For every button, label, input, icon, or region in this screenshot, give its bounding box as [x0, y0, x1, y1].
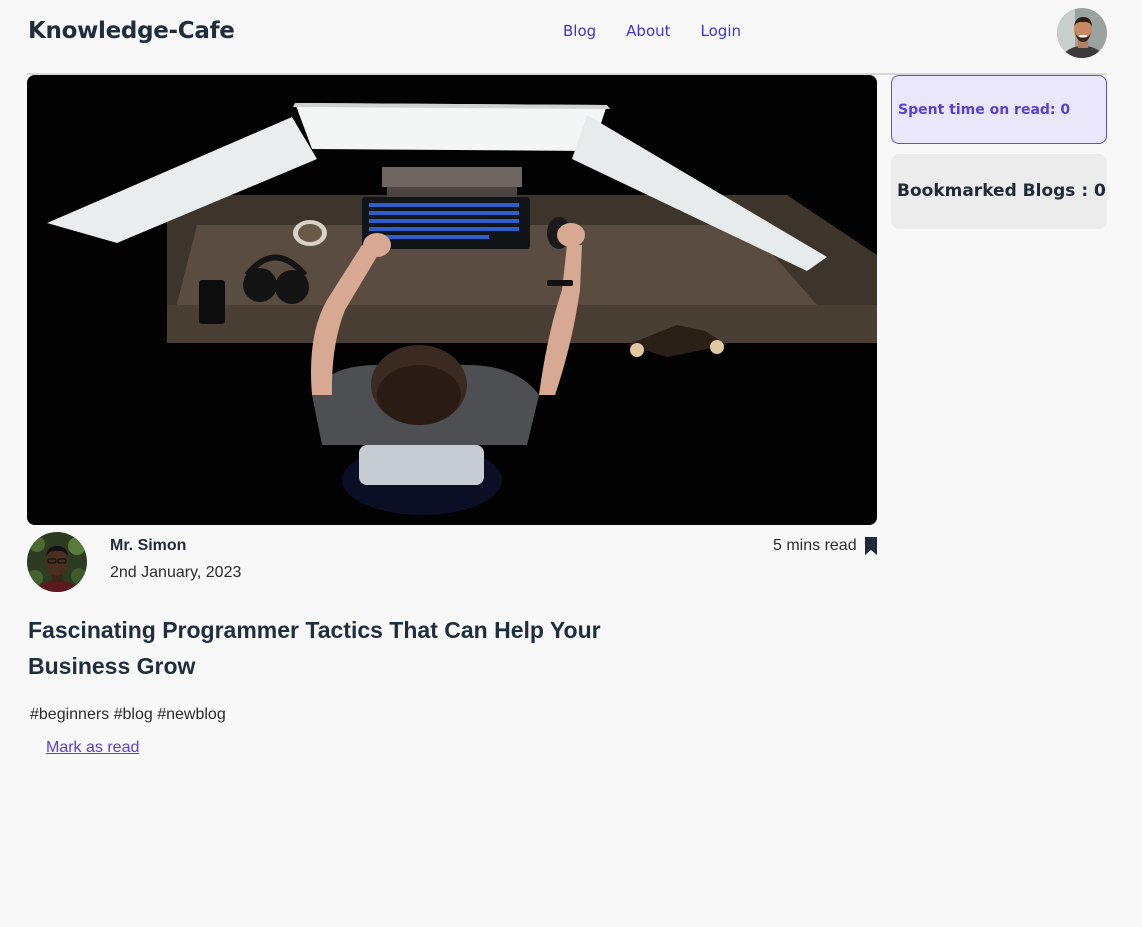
nav-blog-link[interactable]: Blog	[563, 22, 596, 40]
post-title: Fascinating Programmer Tactics That Can …	[28, 617, 601, 679]
spent-time-text: Spent time on read: 0	[898, 102, 1071, 118]
read-time: 5 mins read	[773, 537, 857, 554]
main-nav: Blog About Login	[563, 22, 741, 40]
author-avatar	[27, 532, 87, 592]
top-navbar: Knowledge-Cafe Blog About Login	[0, 0, 1142, 74]
bookmark-icon[interactable]	[863, 536, 879, 556]
post-date: 2nd January, 2023	[110, 564, 242, 581]
blog-cover-image	[27, 75, 877, 525]
site-logo[interactable]: Knowledge-Cafe	[28, 18, 235, 44]
author-name: Mr. Simon	[110, 537, 187, 554]
mark-as-read-link[interactable]: Mark as read	[46, 739, 139, 757]
bookmarked-blogs-card: Bookmarked Blogs : 0	[891, 154, 1107, 229]
user-avatar[interactable]	[1057, 8, 1107, 58]
nav-login-link[interactable]: Login	[701, 22, 741, 40]
post-hashtags: #beginners #blog #newblog	[30, 706, 226, 723]
bookmarked-blogs-text: Bookmarked Blogs : 0	[897, 181, 1106, 201]
nav-about-link[interactable]: About	[626, 22, 670, 40]
spent-time-card: Spent time on read: 0	[891, 75, 1107, 144]
